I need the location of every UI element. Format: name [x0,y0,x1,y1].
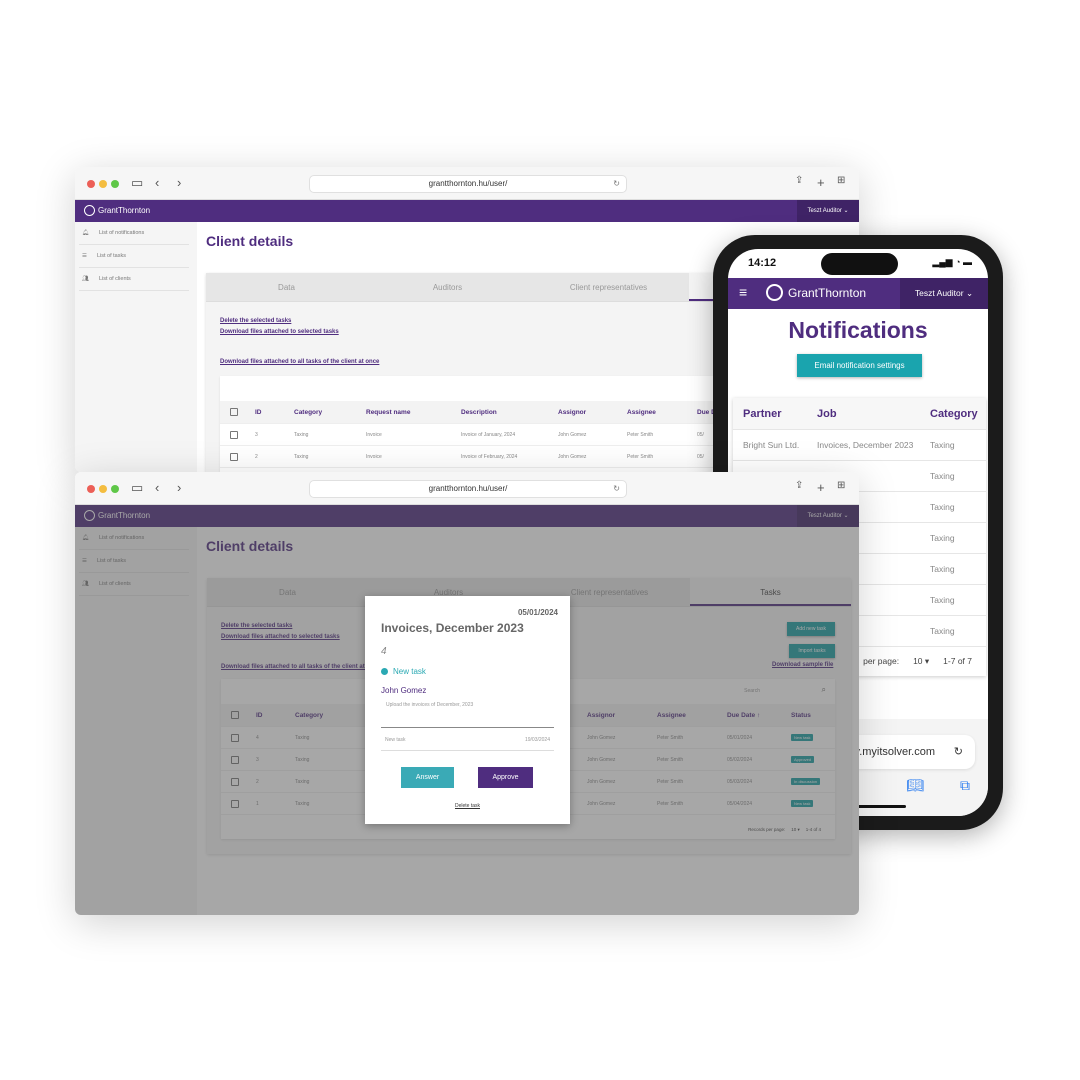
close-dot[interactable] [87,180,95,188]
brand-logo-icon [766,284,783,301]
task-title: Invoices, December 2023 [381,621,524,635]
close-dot[interactable] [87,485,95,493]
page-title: Client details [206,233,294,249]
tab-client-representatives[interactable]: Client representatives [528,273,689,301]
people-icon: 👥︎ [82,276,89,282]
download-selected-link[interactable]: Download files attached to selected task… [220,329,339,335]
sidebar: 🔔︎List of notifications ☰List of tasks 👥… [75,222,197,472]
minimize-dot[interactable] [99,485,107,493]
brand-name: GrantThornton [788,286,867,300]
answer-textarea[interactable]: Upload the invoices of December, 2023 [381,702,554,728]
table-header: Partner Job Category [733,398,986,430]
share-icon[interactable]: ⇪ [795,480,803,491]
new-tab-icon[interactable]: + [817,480,825,495]
task-history-item: New task 19/03/2024 [381,737,554,751]
tabs-grid-icon[interactable]: ⊞ [837,175,845,186]
new-tab-icon[interactable]: + [817,175,825,190]
sidebar-toggle-icon[interactable]: ▭ [131,480,143,496]
status-icons: ▂▄▆ ◔ ▬ [932,257,972,267]
url-text: grantthornton.hu/user/ [428,484,508,493]
reload-icon[interactable]: ↻ [613,176,620,192]
phone-app-bar: ≡ GrantThornton Teszt Auditor ⌄ [728,278,988,309]
back-icon[interactable]: ‹ [155,175,159,190]
tab-data[interactable]: Data [206,273,367,301]
download-all-link[interactable]: Download files attached to all tasks of … [220,359,379,365]
sidebar-item-clients[interactable]: 👥︎List of clients [79,268,189,291]
tabs-icon[interactable]: ⧉ [960,777,970,794]
task-date: 05/01/2024 [517,608,558,617]
tab-auditors[interactable]: Auditors [367,273,528,301]
address-bar[interactable]: grantthornton.hu/user/ ↻ [309,175,627,193]
list-icon: ☰ [82,253,87,259]
title-bar: ▭ ‹ › grantthornton.hu/user/ ↻ ⇪ + ⊞ [75,167,859,200]
sidebar-item-notifications[interactable]: 🔔︎List of notifications [79,222,189,245]
bell-icon: 🔔︎ [82,230,89,236]
hamburger-menu-icon[interactable]: ≡ [739,284,747,300]
tabs-grid-icon[interactable]: ⊞ [837,480,845,491]
brand-logo: GrantThornton [84,205,150,216]
task-modal: 05/01/2024 Invoices, December 2023 4 New… [365,596,570,824]
address-bar[interactable]: grantthornton.hu/user/ ↻ [309,480,627,498]
back-icon[interactable]: ‹ [155,480,159,495]
sidebar-item-tasks[interactable]: ☰List of tasks [79,245,189,268]
row-checkbox[interactable] [230,430,238,439]
sidebar-toggle-icon[interactable]: ▭ [131,175,143,191]
select-all-checkbox[interactable] [230,408,238,416]
forward-icon[interactable]: › [177,175,181,190]
status-dot-icon [381,668,388,675]
user-menu[interactable]: Teszt Auditor ⌄ [797,200,859,222]
phone-user-menu[interactable]: Teszt Auditor ⌄ [900,278,988,309]
zoom-dot[interactable] [111,180,119,188]
bookmarks-icon[interactable]: 📖︎ [906,777,924,794]
task-person: John Gomez [381,686,427,695]
status-time: 14:12 [748,257,777,269]
forward-icon[interactable]: › [177,480,181,495]
reload-icon[interactable]: ↻ [613,481,620,497]
approve-button[interactable]: Approve [478,767,533,788]
delete-selected-link[interactable]: Delete the selected tasks [220,318,291,324]
url-text: grantthornton.hu/user/ [428,179,508,188]
zoom-dot[interactable] [111,485,119,493]
reload-icon[interactable]: ↻ [954,735,963,769]
notifications-title: Notifications [788,317,928,343]
row-checkbox[interactable] [230,452,238,461]
task-number: 4 [381,646,387,657]
front-browser-window: ▭ ‹ › grantthornton.hu/user/↻ ⇪ + ⊞ Gran… [75,472,859,915]
answer-button[interactable]: Answer [401,767,454,788]
per-page-select[interactable]: 10 ▾ [913,656,929,667]
title-bar: ▭ ‹ › grantthornton.hu/user/ ↻ ⇪ + ⊞ [75,472,859,505]
share-icon[interactable]: ⇪ [795,175,803,186]
minimize-dot[interactable] [99,180,107,188]
email-notification-settings-button[interactable]: Email notification settings [797,354,922,377]
notification-row[interactable]: Bright Sun Ltd. Invoices, December 2023 Ta… [733,430,986,461]
dynamic-island [821,253,898,275]
task-status: New task [381,667,426,676]
delete-task-link[interactable]: Delete task [365,803,570,809]
app-bar: GrantThornton Teszt Auditor ⌄ [75,200,859,222]
